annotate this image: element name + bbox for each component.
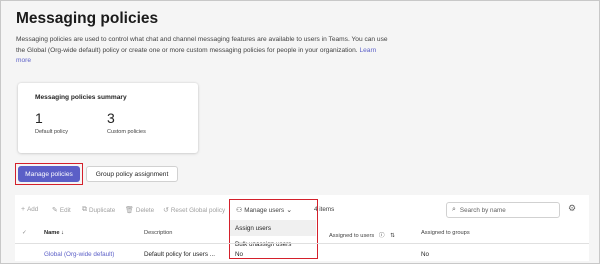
policy-description: Default policy for users ... <box>144 251 216 258</box>
manage-users-label: Manage users <box>244 206 285 214</box>
gear-icon[interactable]: ⚙ <box>568 203 576 214</box>
select-all-checkmark-icon[interactable]: ✓ <box>22 230 27 236</box>
search-icon: ⌕ <box>452 206 456 213</box>
page-title: Messaging policies <box>16 10 159 27</box>
sort-icon: ⇅ <box>390 233 395 239</box>
duplicate-label: Duplicate <box>89 206 116 214</box>
policy-groups-value: No <box>421 251 430 258</box>
policy-custom-value: No <box>235 251 244 258</box>
search-input[interactable] <box>459 206 550 214</box>
column-header-assigned-groups[interactable]: Assigned to groups <box>421 230 470 236</box>
delete-button[interactable]: 🗑 Delete <box>125 206 155 215</box>
custom-policy-count: 3 <box>107 110 115 126</box>
description-text: Messaging policies are used to control w… <box>16 36 388 54</box>
reset-label: Reset Global policy <box>170 206 226 214</box>
menu-item-assign-users[interactable]: Assign users <box>230 220 316 236</box>
items-count: 4 items <box>314 206 335 213</box>
page-description: Messaging policies are used to control w… <box>16 35 391 67</box>
manage-users-menu: Assign users Bulk unassign users <box>230 220 316 252</box>
reset-global-policy-button[interactable]: ↺ Reset Global policy <box>163 206 226 215</box>
column-header-assigned-users[interactable]: Assigned to users ⓘ ⇅ <box>329 230 395 239</box>
delete-label: Delete <box>135 206 155 214</box>
chevron-down-icon: ⌄ <box>286 207 293 214</box>
page-frame: Messaging policies Messaging policies ar… <box>0 0 600 264</box>
edit-button[interactable]: ✎ Edit <box>52 206 71 215</box>
table-divider <box>15 243 589 244</box>
column-header-name[interactable]: Name ↓ <box>44 230 64 236</box>
trash-icon: 🗑 <box>125 207 134 214</box>
edit-label: Edit <box>59 206 71 214</box>
info-icon: ⓘ <box>378 233 385 239</box>
summary-title: Messaging policies summary <box>35 94 127 101</box>
policies-panel: + Add ✎ Edit ⧉ Duplicate 🗑 Delete ↺ Rese… <box>15 195 589 261</box>
policy-name-link[interactable]: Global (Org-wide default) <box>44 251 114 258</box>
highlight-outline <box>15 163 83 185</box>
sort-arrow-icon: ↓ <box>61 230 64 236</box>
duplicate-button[interactable]: ⧉ Duplicate <box>82 206 115 214</box>
manage-users-button[interactable]: ⚇ Manage users ⌄ <box>236 206 293 215</box>
plus-icon: + <box>21 206 26 213</box>
people-icon: ⚇ <box>236 207 243 214</box>
column-header-description[interactable]: Description <box>144 230 172 236</box>
add-button[interactable]: + Add <box>21 206 38 213</box>
manage-users-highlight: ⚇ Manage users ⌄ Assign users Bulk unass… <box>229 199 318 259</box>
policies-summary-card: Messaging policies summary 1 Default pol… <box>18 83 198 153</box>
policy-tabs: Manage policies Group policy assignment <box>15 163 178 185</box>
search-box[interactable]: ⌕ <box>446 202 560 218</box>
pencil-icon: ✎ <box>52 207 58 214</box>
custom-policy-label: Custom policies <box>107 129 146 135</box>
menu-item-bulk-unassign-users[interactable]: Bulk unassign users <box>230 236 316 252</box>
default-policy-label: Default policy <box>35 129 69 135</box>
add-label: Add <box>27 206 39 213</box>
default-policy-count: 1 <box>35 110 43 126</box>
assigned-users-label: Assigned to users <box>329 233 375 239</box>
column-name-label: Name <box>44 230 60 236</box>
reset-icon: ↺ <box>163 207 169 214</box>
tab-group-policy-assignment[interactable]: Group policy assignment <box>86 166 178 182</box>
copy-icon: ⧉ <box>82 206 87 213</box>
